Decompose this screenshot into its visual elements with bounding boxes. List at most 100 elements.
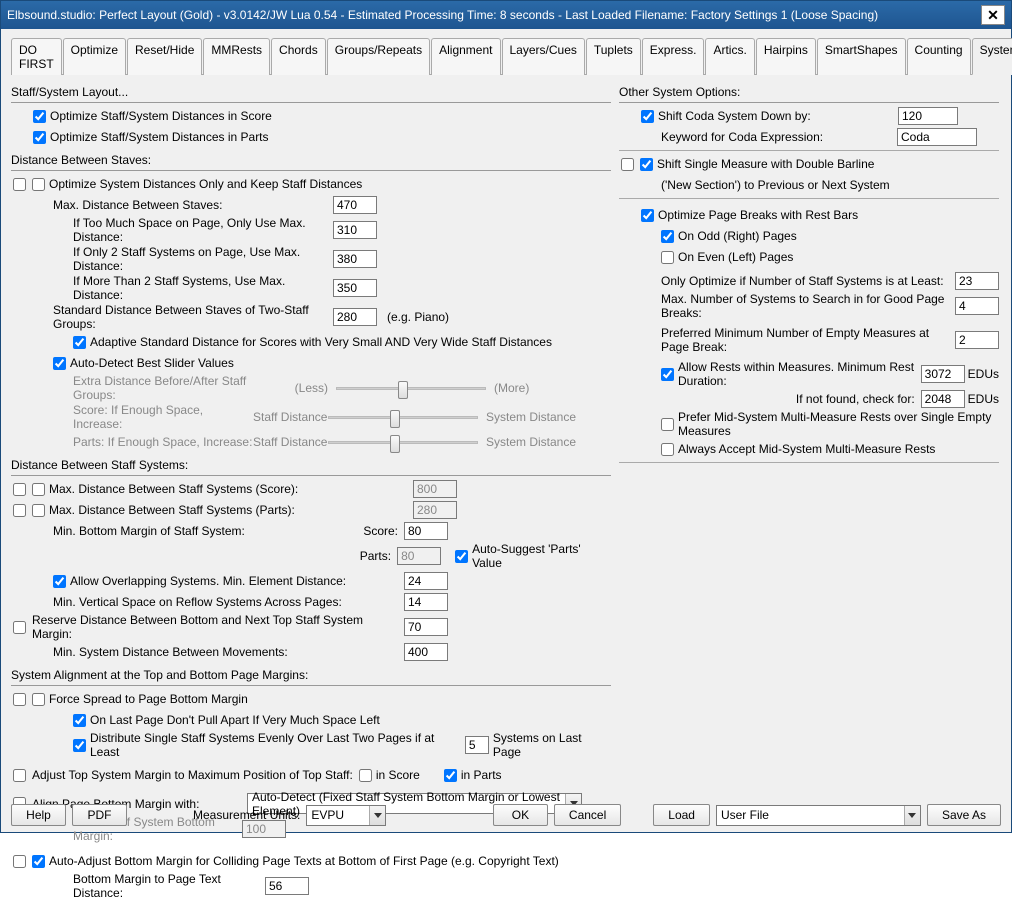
field-max-dist-staves[interactable] [333, 196, 377, 214]
lbl-last-page: On Last Page Don't Pull Apart If Very Mu… [90, 713, 380, 727]
lbl-auto-adjust: Auto-Adjust Bottom Margin for Colliding … [49, 854, 559, 868]
pdf-button[interactable]: PDF [72, 804, 127, 826]
lbl-pref-min: Preferred Minimum Number of Empty Measur… [661, 326, 955, 354]
field-more2[interactable] [333, 279, 377, 297]
select-preset[interactable]: User File [716, 805, 921, 826]
slider-score[interactable] [328, 407, 478, 427]
lbl-only2: If Only 2 Staff Systems on Page, Use Max… [73, 245, 333, 273]
field-allow-overlap[interactable] [404, 572, 448, 590]
cb-allow-rests[interactable] [661, 368, 674, 381]
field-min-bottom-score[interactable] [404, 522, 448, 540]
lbl-min-vert: Min. Vertical Space on Reflow Systems Ac… [53, 595, 404, 609]
lbl-on-odd: On Odd (Right) Pages [678, 229, 797, 243]
field-bottom-to-page[interactable] [265, 877, 309, 895]
tab-express[interactable]: Express. [642, 38, 705, 75]
field-distribute[interactable] [465, 736, 489, 754]
lbl-autodetect: Auto-Detect Best Slider Values [70, 356, 234, 370]
cb-distribute[interactable] [73, 739, 86, 752]
lbl-adjust-top: Adjust Top System Margin to Maximum Posi… [32, 768, 353, 782]
cb-optimize-score[interactable] [33, 110, 46, 123]
cb-outer-6[interactable] [13, 769, 26, 782]
field-shift-coda[interactable] [898, 107, 958, 125]
tab-hairpins[interactable]: Hairpins [756, 38, 816, 75]
lbl-staff-dist-1: Staff Distance [253, 410, 328, 424]
tab-alignment[interactable]: Alignment [431, 38, 500, 75]
field-std-dist[interactable] [333, 308, 377, 326]
cb-on-even[interactable] [661, 251, 674, 264]
tab-reset-hide[interactable]: Reset/Hide [127, 38, 202, 75]
cb-prefer-mid[interactable] [661, 418, 674, 431]
cb-opt-sys-only[interactable] [32, 178, 45, 191]
other-head: Other System Options: [619, 85, 740, 99]
field-max-search[interactable] [955, 297, 999, 315]
cb-outer-4[interactable] [13, 621, 26, 634]
cb-on-odd[interactable] [661, 230, 674, 243]
cb-outer-1[interactable] [13, 178, 26, 191]
cb-max-sys-score[interactable] [32, 483, 45, 496]
field-not-found[interactable] [921, 390, 965, 408]
ok-button[interactable]: OK [493, 804, 548, 826]
tab-tuplets[interactable]: Tuplets [586, 38, 641, 75]
cb-outer-2[interactable] [13, 483, 26, 496]
field-min-sys-mov[interactable] [404, 643, 448, 661]
lbl-only-opt: Only Optimize if Number of Staff Systems… [661, 274, 955, 288]
cb-force-spread[interactable] [32, 693, 45, 706]
cb-auto-adjust[interactable] [32, 855, 45, 868]
field-keyword-coda[interactable] [897, 128, 977, 146]
window-title: Elbsound.studio: Perfect Layout (Gold) -… [7, 8, 981, 22]
staff-system-layout-head: Staff/System Layout... [11, 85, 128, 99]
cb-outer-3[interactable] [13, 504, 26, 517]
lbl-std-dist: Standard Distance Between Staves of Two-… [53, 303, 333, 331]
cb-allow-overlap[interactable] [53, 575, 66, 588]
cb-auto-suggest[interactable] [455, 550, 468, 563]
field-min-vert[interactable] [404, 593, 448, 611]
lbl-always-accept: Always Accept Mid-System Multi-Measure R… [678, 442, 935, 456]
cancel-button[interactable]: Cancel [554, 804, 621, 826]
slider-extra-dist[interactable] [336, 378, 486, 398]
select-units[interactable]: EVPU [306, 805, 386, 826]
save-as-button[interactable]: Save As [927, 804, 1001, 826]
cb-always-accept[interactable] [661, 443, 674, 456]
lbl-in-score: in Score [376, 768, 420, 782]
lbl-extra-dist: Extra Distance Before/After Staff Groups… [73, 374, 288, 402]
tab-mmrests[interactable]: MMRests [203, 38, 270, 75]
field-only-opt[interactable] [955, 272, 999, 290]
tab-counting[interactable]: Counting [907, 38, 971, 75]
tab-optimize[interactable]: Optimize [63, 38, 126, 75]
cb-shift-single[interactable] [640, 158, 653, 171]
cb-opt-page[interactable] [641, 209, 654, 222]
cb-shift-coda[interactable] [641, 110, 654, 123]
cb-outer-5[interactable] [13, 693, 26, 706]
tab-do-first[interactable]: DO FIRST [11, 38, 62, 75]
lbl-not-found: If not found, check for: [661, 392, 921, 406]
cb-in-score[interactable] [359, 769, 372, 782]
lbl-score-col: Score: [318, 524, 398, 538]
lbl-edus2: EDUs [968, 392, 999, 406]
tab-groups-repeats[interactable]: Groups/Repeats [327, 38, 430, 75]
cb-autodetect[interactable] [53, 357, 66, 370]
tab-systems[interactable]: Systems [972, 38, 1012, 75]
tab-artics[interactable]: Artics. [705, 38, 754, 75]
cb-optimize-parts[interactable] [33, 131, 46, 144]
cb-in-parts[interactable] [444, 769, 457, 782]
field-reserve[interactable] [404, 618, 448, 636]
lbl-max-search: Max. Number of Systems to Search in for … [661, 292, 955, 320]
field-allow-rests[interactable] [921, 365, 965, 383]
lbl-optimize-score: Optimize Staff/System Distances in Score [50, 109, 272, 123]
cb-last-page[interactable] [73, 714, 86, 727]
field-only2[interactable] [333, 250, 377, 268]
help-button[interactable]: Help [11, 804, 66, 826]
cb-outer-r1[interactable] [621, 158, 634, 171]
tab-layers-cues[interactable]: Layers/Cues [502, 38, 585, 75]
lbl-edus1: EDUs [968, 367, 999, 381]
cb-outer-8[interactable] [13, 855, 26, 868]
tab-chords[interactable]: Chords [271, 38, 326, 75]
load-button[interactable]: Load [653, 804, 710, 826]
slider-parts[interactable] [328, 432, 478, 452]
cb-adaptive[interactable] [73, 336, 86, 349]
tab-smartshapes[interactable]: SmartShapes [817, 38, 906, 75]
field-too-much[interactable] [333, 221, 377, 239]
close-button[interactable]: ✕ [981, 5, 1005, 25]
field-pref-min[interactable] [955, 331, 999, 349]
cb-max-sys-parts[interactable] [32, 504, 45, 517]
